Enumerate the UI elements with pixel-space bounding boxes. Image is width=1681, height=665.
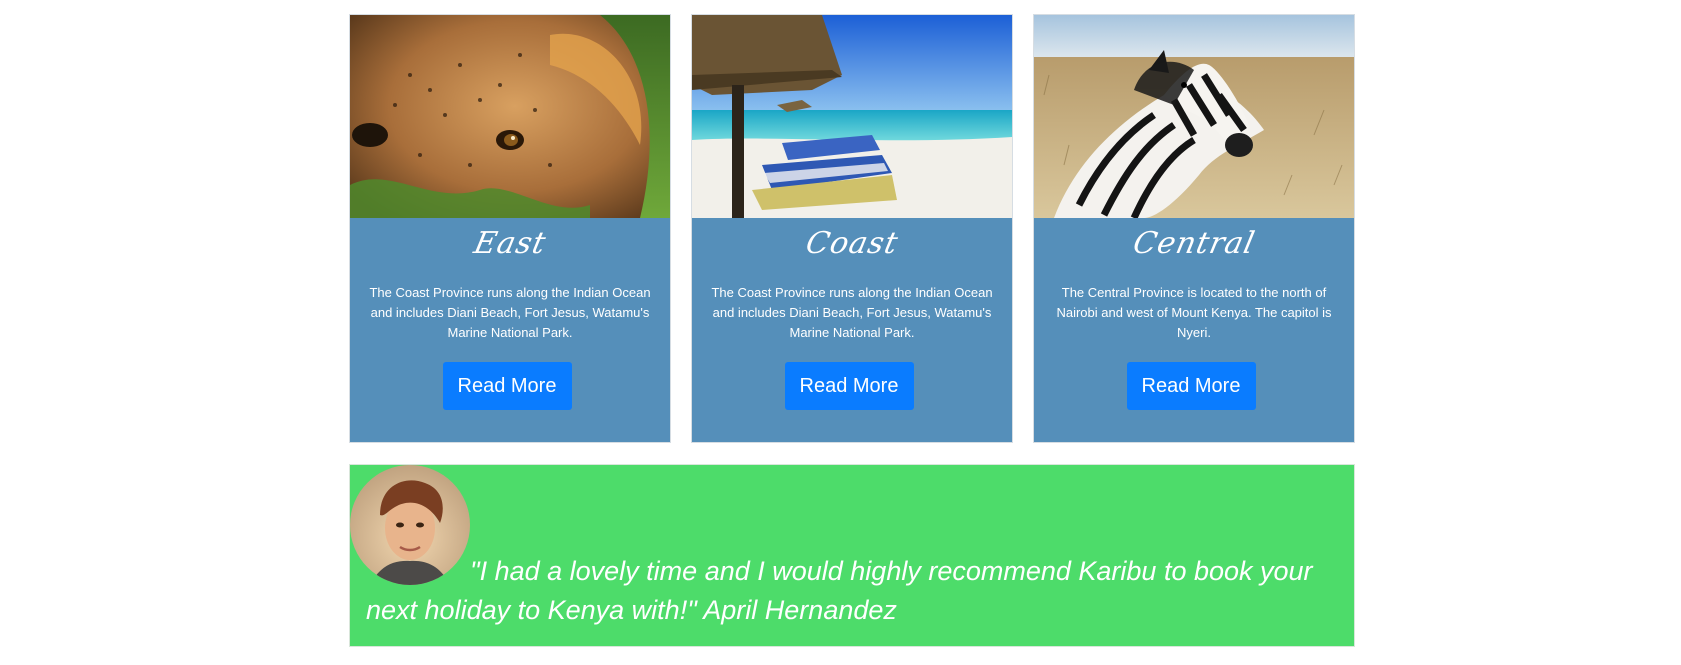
zebra-photo	[1034, 15, 1354, 218]
region-card-central: Central The Central Province is located …	[1034, 15, 1354, 442]
read-more-button[interactable]: Read More	[1126, 362, 1256, 410]
region-card-coast: Coast The Coast Province runs along the …	[692, 15, 1012, 442]
region-card-east: East The Coast Province runs along the I…	[350, 15, 670, 442]
read-more-button[interactable]: Read More	[442, 362, 572, 410]
testimonial: "I had a lovely time and I would highly …	[350, 465, 1354, 646]
card-title: Coast	[802, 226, 902, 261]
page-content: East The Coast Province runs along the I…	[350, 15, 1354, 646]
beach-photo	[692, 15, 1012, 218]
lion-photo	[350, 15, 670, 218]
card-title: East	[470, 226, 550, 261]
card-title: Central	[1129, 226, 1259, 261]
region-cards: East The Coast Province runs along the I…	[350, 15, 1354, 442]
card-description: The Coast Province runs along the Indian…	[369, 285, 651, 340]
card-description: The Central Province is located to the n…	[1056, 285, 1332, 340]
card-description: The Coast Province runs along the Indian…	[711, 285, 993, 340]
testimonial-quote: "I had a lovely time and I would highly …	[366, 556, 1313, 625]
read-more-button[interactable]: Read More	[784, 362, 914, 410]
